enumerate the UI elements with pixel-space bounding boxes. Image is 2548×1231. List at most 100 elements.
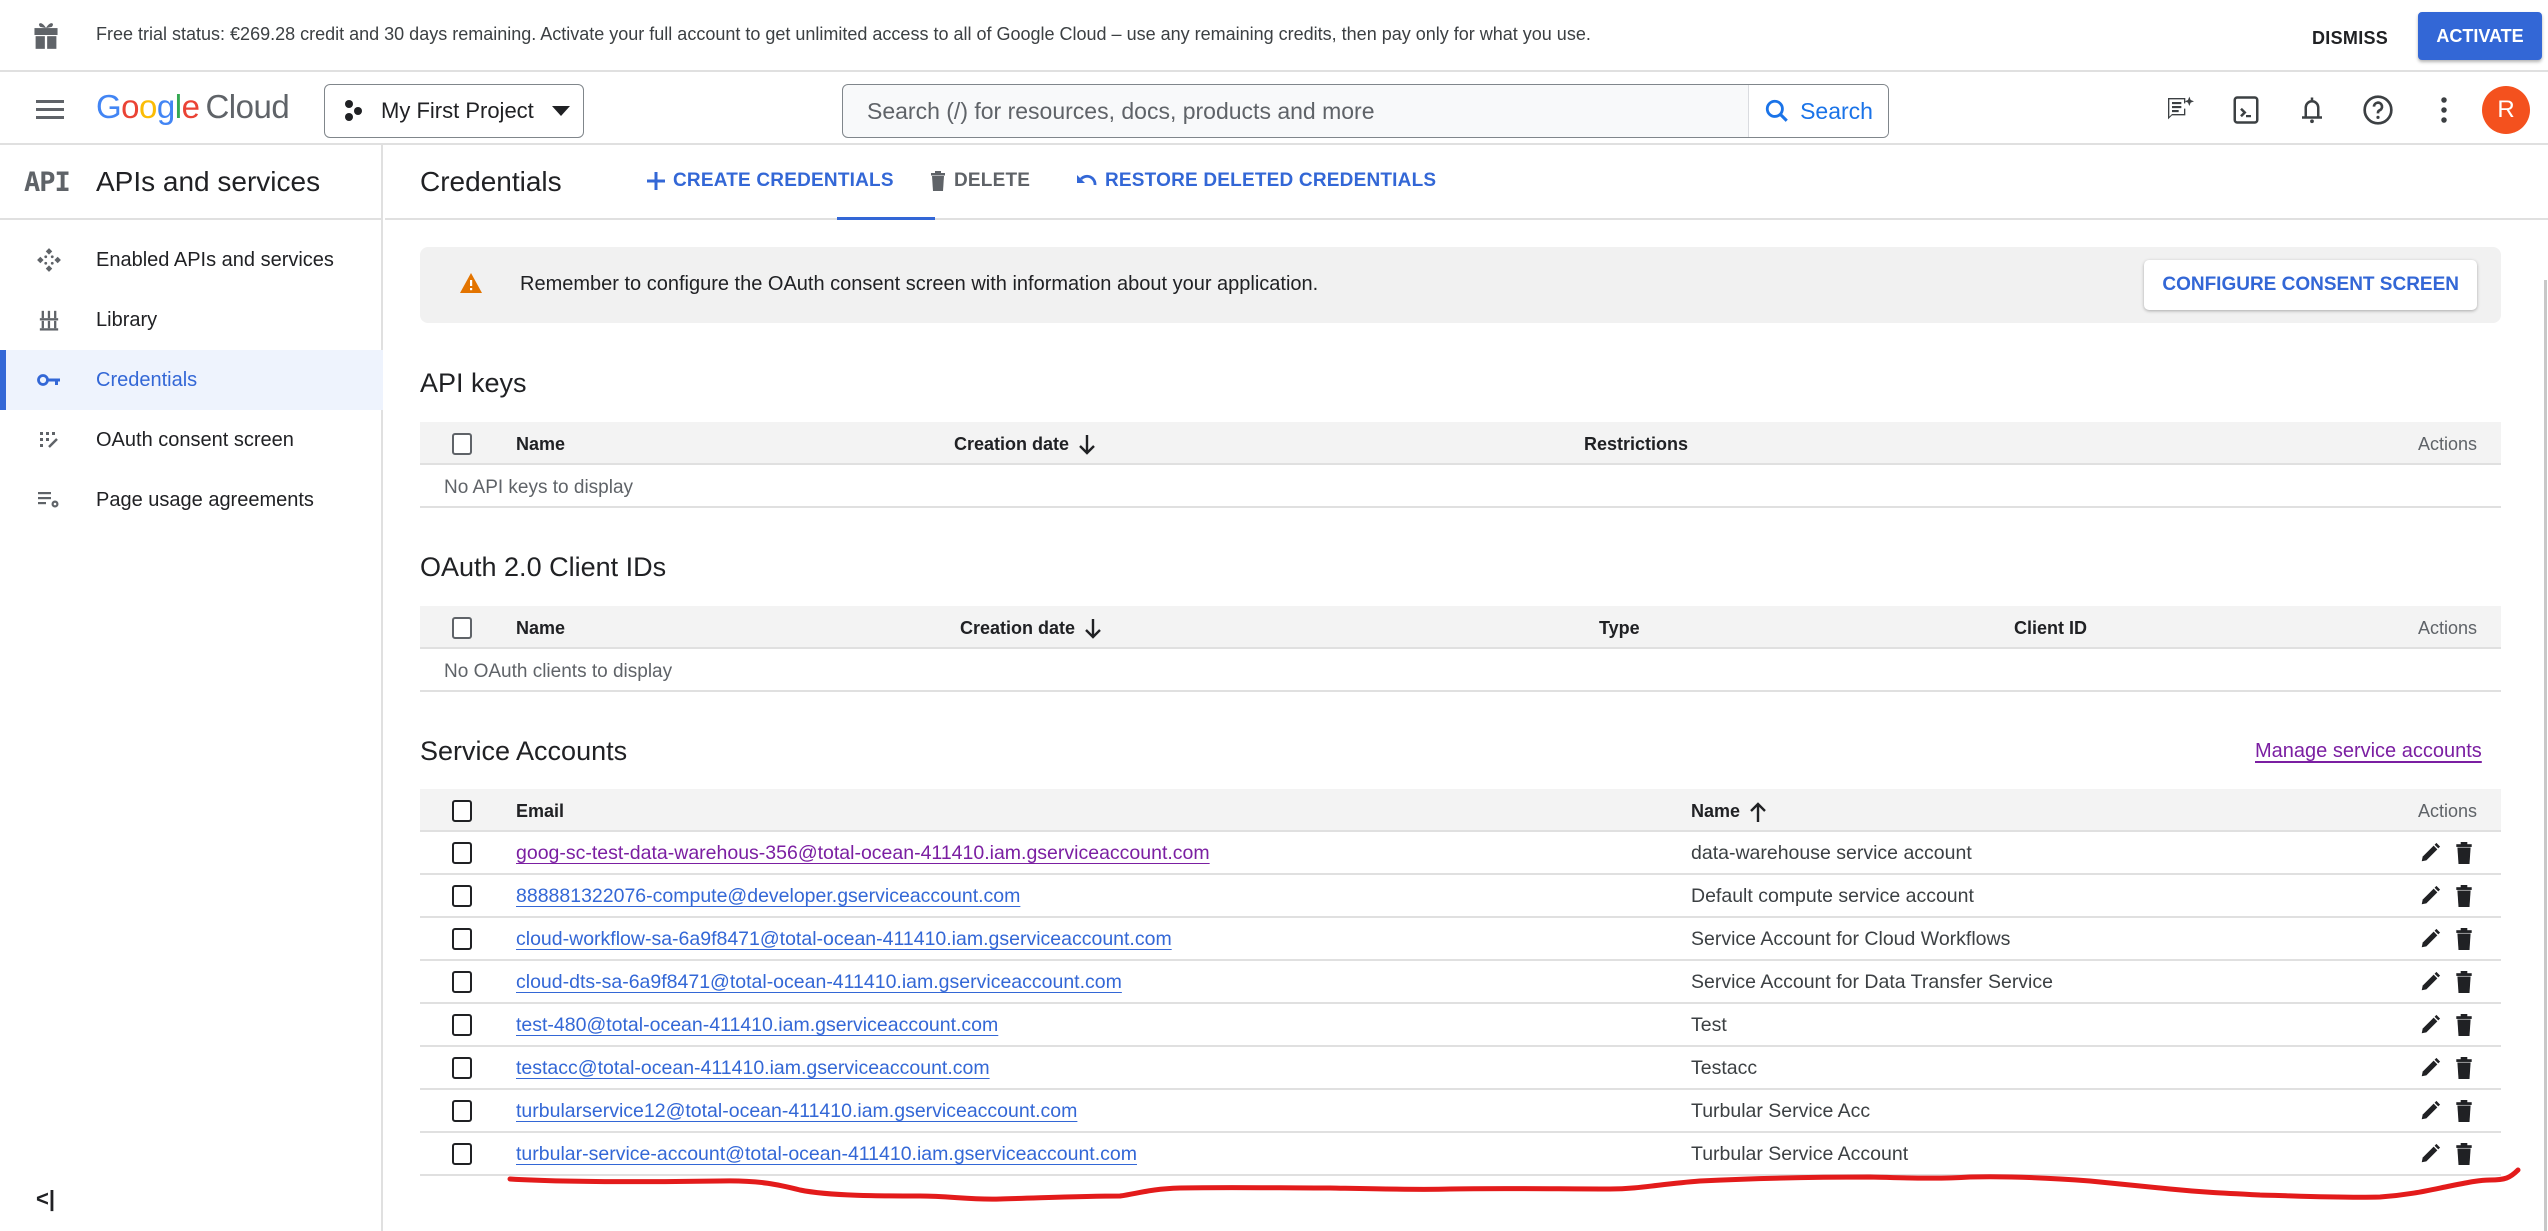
select-all-checkbox[interactable] [452, 617, 472, 639]
sidebar-item-enabled-apis[interactable]: Enabled APIs and services [0, 230, 383, 290]
sidebar-item-label: Library [96, 308, 158, 331]
gemini-chat-icon[interactable] [2160, 90, 2200, 130]
sidebar-item-label: Credentials [96, 368, 198, 391]
gift-icon [34, 23, 58, 49]
delete-icon[interactable] [2455, 1100, 2473, 1122]
service-account-name: Service Account for Data Transfer Servic… [1691, 971, 2053, 993]
row-checkbox[interactable] [452, 842, 472, 864]
sidebar-item-credentials[interactable]: Credentials [0, 350, 383, 410]
account-avatar[interactable]: R [2482, 86, 2530, 134]
undo-icon [1077, 174, 1097, 186]
sidebar-item-oauth-consent[interactable]: OAuth consent screen [0, 410, 383, 470]
oauth-clients-empty-row: No OAuth clients to display [420, 649, 2501, 692]
row-checkbox[interactable] [452, 1014, 472, 1036]
column-header-client-id[interactable]: Client ID [2014, 618, 2087, 639]
column-header-name[interactable]: Name [516, 434, 565, 455]
service-account-name: Test [1691, 1014, 1727, 1036]
service-account-email-link[interactable]: testacc@total-ocean-411410.iam.gservicea… [516, 1057, 990, 1080]
row-checkbox[interactable] [452, 885, 472, 907]
column-header-actions: Actions [2417, 618, 2477, 638]
delete-icon[interactable] [2455, 1014, 2473, 1036]
delete-icon[interactable] [2455, 928, 2473, 950]
row-actions [2419, 1014, 2473, 1036]
select-all-checkbox[interactable] [452, 800, 472, 822]
key-icon [36, 367, 62, 393]
row-actions [2419, 842, 2473, 864]
manage-service-accounts-link[interactable]: Manage service accounts [2255, 740, 2482, 763]
search-input[interactable] [843, 85, 1748, 137]
delete-icon[interactable] [2455, 1057, 2473, 1079]
dropdown-caret-icon [551, 106, 570, 116]
hamburger-menu-icon[interactable] [36, 100, 64, 120]
trial-status-message: Free trial status: €269.28 credit and 30… [96, 24, 1591, 44]
oauth-clients-title: OAuth 2.0 Client IDs [420, 552, 667, 582]
delete-icon[interactable] [2455, 885, 2473, 907]
sort-descending-icon [1085, 618, 1101, 639]
sort-ascending-icon [1750, 801, 1766, 822]
activate-button[interactable]: ACTIVATE [2418, 12, 2542, 60]
delete-icon[interactable] [2455, 971, 2473, 993]
restore-deleted-credentials-button[interactable]: RESTORE DELETED CREDENTIALS [1077, 170, 1436, 192]
row-checkbox[interactable] [452, 928, 472, 950]
edit-icon[interactable] [2419, 1143, 2441, 1165]
sidebar-item-library[interactable]: Library [0, 290, 383, 350]
row-checkbox[interactable] [452, 1100, 472, 1122]
sidebar: API APIs and services Enabled APIs and s… [0, 145, 383, 1231]
collapse-sidebar-button[interactable]: <| [36, 1186, 55, 1212]
edit-icon[interactable] [2419, 885, 2441, 907]
edit-icon[interactable] [2419, 1014, 2441, 1036]
edit-icon[interactable] [2419, 1100, 2441, 1122]
search-bar: Search [842, 84, 1889, 138]
delete-button[interactable]: DELETE [930, 170, 1030, 192]
trial-banner: Free trial status: €269.28 credit and 30… [0, 0, 2548, 72]
create-credentials-button[interactable]: CREATE CREDENTIALS [647, 170, 894, 192]
row-actions [2419, 971, 2473, 993]
edit-icon[interactable] [2419, 1057, 2441, 1079]
column-header-type[interactable]: Type [1599, 618, 1640, 639]
project-selector[interactable]: My First Project [324, 84, 584, 138]
vertical-scrollbar[interactable] [2544, 280, 2547, 1231]
oauth-clients-table-header: Name Creation date Type Client ID Action… [420, 606, 2501, 649]
row-checkbox[interactable] [452, 971, 472, 993]
google-cloud-logo[interactable]: Google Cloud [96, 88, 290, 126]
service-account-email-link[interactable]: test-480@total-ocean-411410.iam.gservice… [516, 1014, 998, 1037]
delete-icon[interactable] [2455, 1143, 2473, 1165]
help-icon[interactable] [2358, 90, 2398, 130]
service-account-email-link[interactable]: turbular-service-account@total-ocean-411… [516, 1143, 1137, 1166]
service-account-email-link[interactable]: turbularservice12@total-ocean-411410.iam… [516, 1100, 1077, 1123]
row-checkbox[interactable] [452, 1143, 472, 1165]
service-account-email-link[interactable]: 888881322076-compute@developer.gservicea… [516, 885, 1020, 908]
page-title: Credentials [420, 166, 562, 197]
column-header-creation-date[interactable]: Creation date [954, 434, 1095, 455]
column-header-restrictions[interactable]: Restrictions [1584, 434, 1688, 455]
service-account-email-link[interactable]: cloud-dts-sa-6a9f8471@total-ocean-411410… [516, 971, 1122, 994]
delete-icon[interactable] [2455, 842, 2473, 864]
column-header-name[interactable]: Name [516, 618, 565, 639]
oauth-consent-alert: Remember to configure the OAuth consent … [420, 247, 2501, 323]
service-account-email-link[interactable]: goog-sc-test-data-warehous-356@total-oce… [516, 842, 1210, 865]
cloud-shell-icon[interactable] [2226, 90, 2266, 130]
column-header-name[interactable]: Name [1691, 801, 1766, 822]
api-keys-empty-row: No API keys to display [420, 465, 2501, 508]
top-header: GoogleCloud My First Project Search R [0, 72, 2548, 145]
column-header-email[interactable]: Email [516, 801, 564, 822]
service-account-name: Testacc [1691, 1057, 1758, 1079]
edit-icon[interactable] [2419, 842, 2441, 864]
service-account-row: turbularservice12@total-ocean-411410.iam… [420, 1090, 2501, 1133]
service-account-name: Turbular Service Acc [1691, 1100, 1871, 1122]
service-account-row: turbular-service-account@total-ocean-411… [420, 1133, 2501, 1176]
api-product-icon: API [24, 167, 71, 198]
column-header-creation-date[interactable]: Creation date [960, 618, 1101, 639]
edit-icon[interactable] [2419, 971, 2441, 993]
more-vert-icon[interactable] [2424, 90, 2464, 130]
row-checkbox[interactable] [452, 1057, 472, 1079]
edit-icon[interactable] [2419, 928, 2441, 950]
select-all-checkbox[interactable] [452, 433, 472, 455]
search-button[interactable]: Search [1748, 85, 1888, 137]
service-account-email-link[interactable]: cloud-workflow-sa-6a9f8471@total-ocean-4… [516, 928, 1172, 951]
dismiss-button[interactable]: DISMISS [2300, 18, 2400, 58]
notifications-icon[interactable] [2292, 90, 2332, 130]
project-name: My First Project [381, 98, 534, 123]
configure-consent-screen-button[interactable]: CONFIGURE CONSENT SCREEN [2144, 260, 2477, 310]
sidebar-item-page-usage[interactable]: Page usage agreements [0, 470, 383, 530]
